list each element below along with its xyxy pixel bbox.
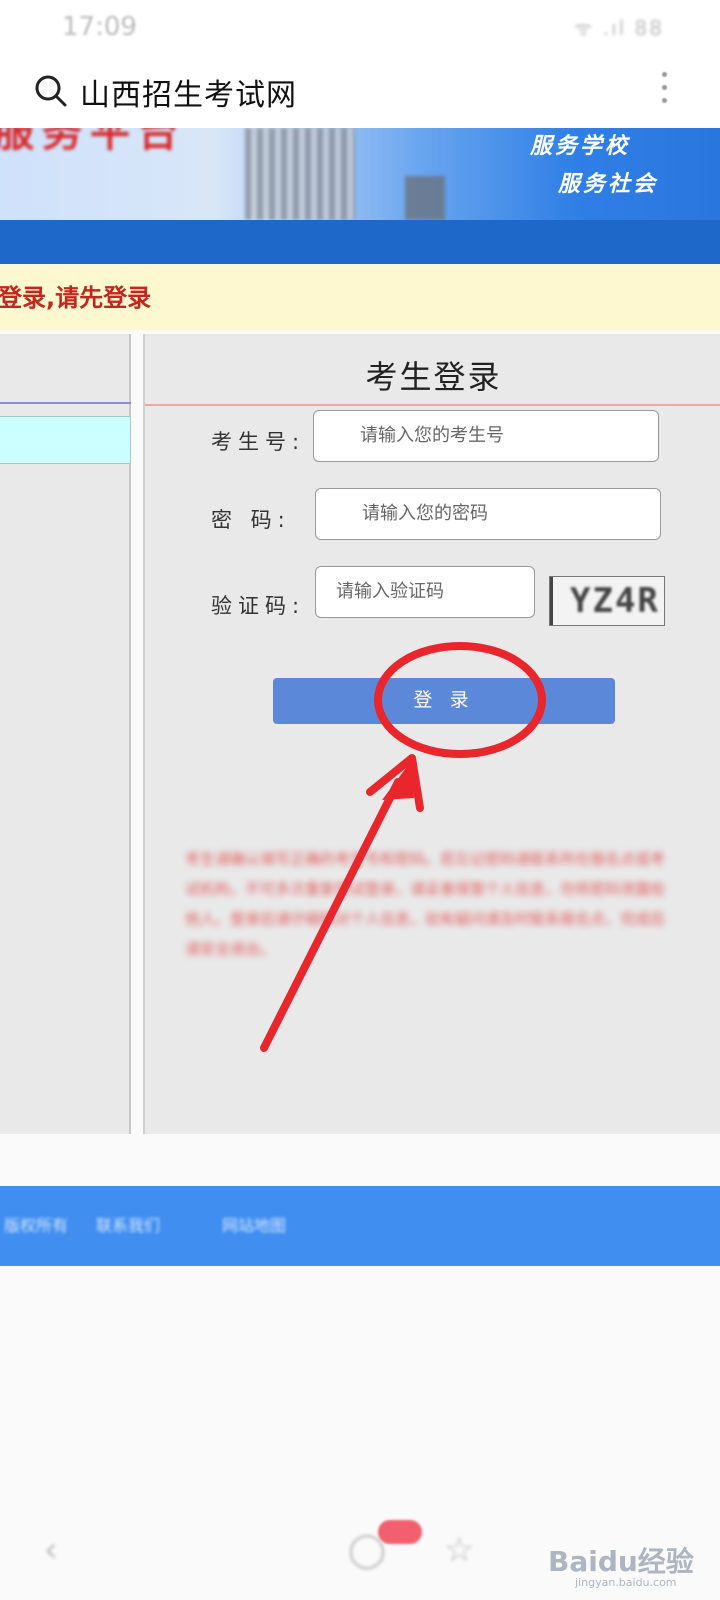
notice-text: 登录,请先登录 <box>0 284 152 312</box>
banner-slogan-1: 服务学校 <box>530 134 631 159</box>
status-time: 17:09 <box>62 12 137 42</box>
star-icon[interactable]: ☆ <box>444 1530 474 1570</box>
password-input[interactable]: 请输入您的密码 <box>315 488 661 540</box>
baidu-watermark-url: jingyan.baidu.com <box>575 1576 677 1589</box>
title-bar: 山西招生考试网 <box>0 52 720 128</box>
status-bar: 17:09 ᯤ .ıl 88 <box>0 0 720 52</box>
footer-link-3[interactable]: 网站地图 <box>222 1212 286 1236</box>
banner-red-title: 服务平台 <box>0 128 186 156</box>
more-menu-icon[interactable] <box>662 72 670 108</box>
exam-no-input[interactable]: 请输入您的考生号 <box>313 410 659 462</box>
left-divider <box>0 402 131 404</box>
footer-link-1[interactable]: 版权所有 <box>4 1212 68 1236</box>
login-divider <box>145 404 720 406</box>
banner-nav-strip <box>0 220 720 264</box>
login-panel: 考生登录 考生号: 请输入您的考生号 密 码: 请输入您的密码 验证码: 请输入… <box>143 334 720 1134</box>
baidu-watermark: Baidu经验 <box>548 1545 694 1578</box>
status-icons: ᯤ .ıl 88 <box>574 16 664 40</box>
footer-link-2[interactable]: 联系我们 <box>96 1212 160 1236</box>
search-icon[interactable] <box>34 74 68 108</box>
left-panel <box>0 334 131 1134</box>
building-image <box>245 128 355 220</box>
captcha-image[interactable]: YZ4R <box>549 576 665 626</box>
password-label: 密 码: <box>211 508 291 532</box>
page-title[interactable]: 山西招生考试网 <box>80 70 297 114</box>
footer-bar: 版权所有 联系我们 网站地图 <box>0 1186 720 1266</box>
login-title: 考生登录 <box>365 358 502 396</box>
exam-no-label: 考生号: <box>211 430 306 454</box>
site-banner: 服务平台 服务学校 服务社会 <box>0 128 720 220</box>
login-button[interactable]: 登 录 <box>273 678 615 724</box>
login-notice: 登录,请先登录 <box>0 264 720 330</box>
tabs-badge <box>378 1520 422 1544</box>
captcha-input[interactable]: 请输入验证码 <box>315 566 535 618</box>
banner-slogan-2: 服务社会 <box>558 172 659 197</box>
left-nav-item[interactable] <box>0 416 131 464</box>
browser-bottom-nav: ‹ ◯ ☆ Baidu经验 jingyan.baidu.com <box>0 1510 720 1600</box>
captcha-image-text: YZ4R <box>570 581 660 621</box>
login-notes: 考生请确认填写正确的考生号和密码。若忘记密码请联系所在报名点或考试机构，不可多次… <box>185 850 665 958</box>
captcha-label: 验证码: <box>211 594 306 618</box>
building-image-small <box>405 176 445 220</box>
back-icon[interactable]: ‹ <box>44 1530 58 1570</box>
